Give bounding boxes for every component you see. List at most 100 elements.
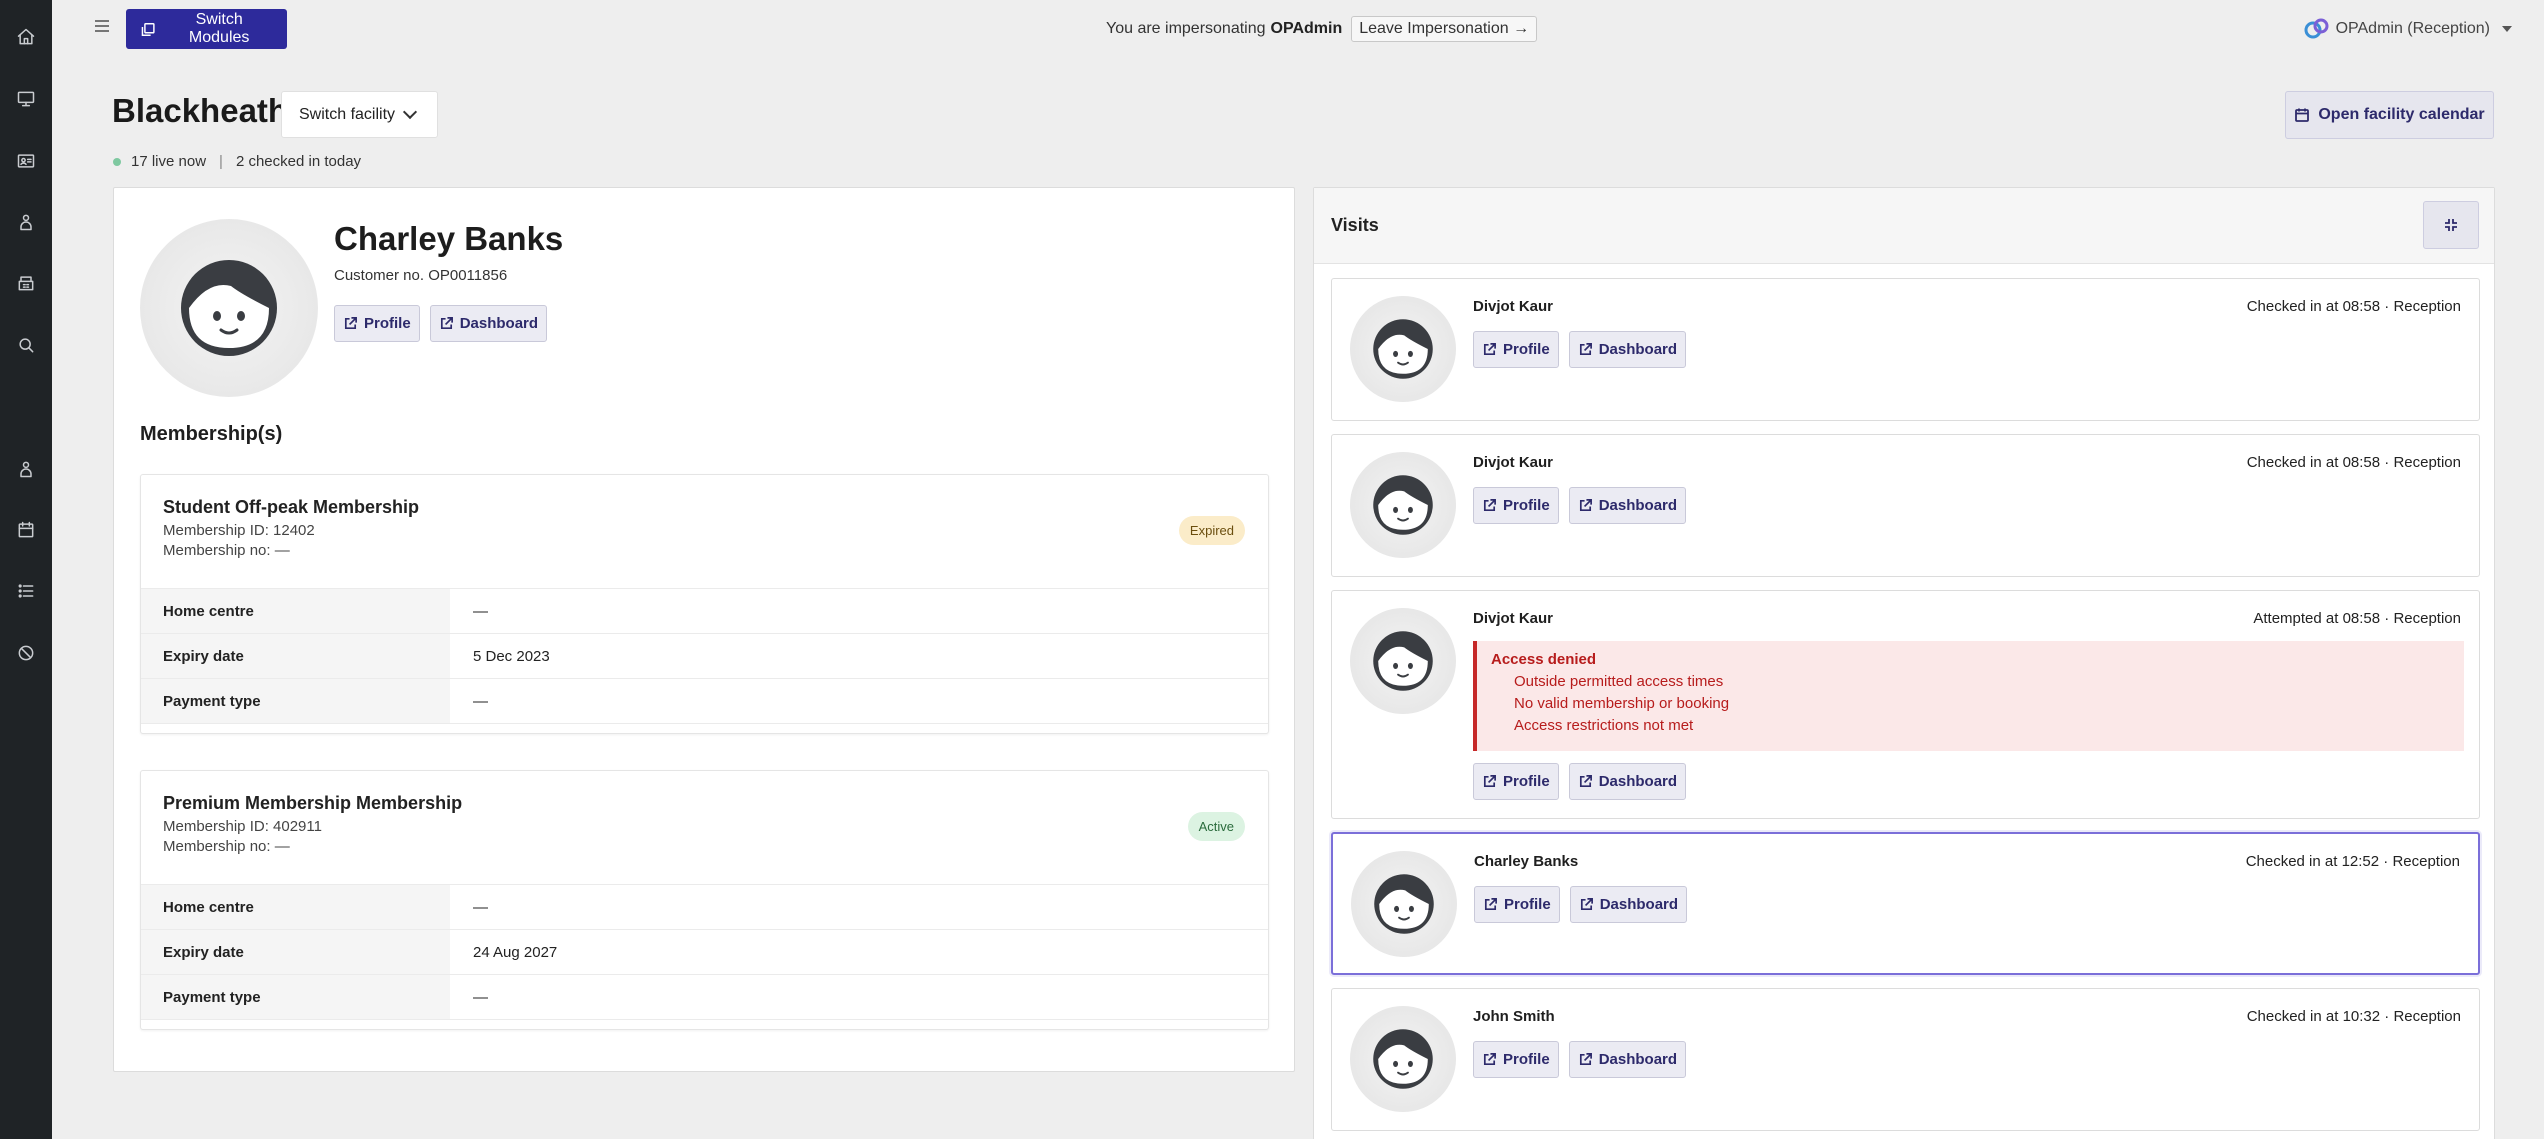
avatar bbox=[140, 219, 318, 397]
membership-title: Student Off-peak Membership bbox=[163, 497, 420, 517]
monitor-icon[interactable] bbox=[13, 86, 39, 112]
visits-header: Visits bbox=[1314, 188, 2494, 264]
row-key: Expiry date bbox=[141, 634, 450, 678]
blocked-icon[interactable] bbox=[13, 640, 39, 666]
home-icon[interactable] bbox=[13, 24, 39, 50]
person-face-icon bbox=[1373, 475, 1433, 535]
visit-links: Profile Dashboard bbox=[1474, 886, 1688, 923]
open-facility-calendar-button[interactable]: Open facility calendar bbox=[2285, 91, 2494, 139]
access-denied-alert: Access denied Outside permitted access t… bbox=[1473, 641, 2464, 751]
customer-number: Customer no. OP0011856 bbox=[334, 267, 508, 284]
visit-card[interactable]: Divjot Kaur Attempted at 08:58 · Recepti… bbox=[1331, 590, 2480, 819]
denied-reason: Outside permitted access times bbox=[1514, 673, 1724, 690]
dashboard-label: Dashboard bbox=[1598, 773, 1678, 790]
person-face-icon bbox=[1374, 874, 1434, 934]
list-icon[interactable] bbox=[13, 578, 39, 604]
memberships-heading: Membership(s) bbox=[140, 423, 283, 445]
visit-card[interactable]: Divjot Kaur Checked in at 08:58 · Recept… bbox=[1331, 434, 2480, 577]
checked-in-today-count: 2 checked in today bbox=[235, 153, 362, 170]
user-logo-icon bbox=[2304, 17, 2330, 41]
row-value: — bbox=[473, 602, 488, 620]
person-icon[interactable] bbox=[13, 209, 39, 235]
visit-links: Profile Dashboard bbox=[1473, 1041, 1687, 1078]
profile-label: Profile bbox=[1503, 497, 1550, 514]
search-icon[interactable] bbox=[13, 332, 39, 358]
status-badge: Expired bbox=[1178, 516, 1245, 545]
row-value: 24 Aug 2027 bbox=[473, 943, 558, 961]
membership-id: Membership ID: 12402 bbox=[163, 522, 315, 539]
row-value: — bbox=[473, 988, 488, 1006]
user-menu[interactable]: OPAdmin (Reception) bbox=[2304, 16, 2512, 42]
dashboard-button[interactable]: Dashboard bbox=[1569, 886, 1688, 923]
external-link-icon bbox=[440, 317, 453, 330]
denied-reason: No valid membership or booking bbox=[1514, 695, 1730, 712]
switch-modules-icon bbox=[141, 22, 155, 36]
membership-no: Membership no: — bbox=[163, 838, 290, 855]
membership-row: Payment type — bbox=[141, 678, 1268, 723]
profile-button[interactable]: Profile bbox=[1473, 1041, 1559, 1078]
calendar-icon[interactable] bbox=[13, 517, 39, 543]
open-calendar-label: Open facility calendar bbox=[2318, 106, 2485, 123]
switch-facility-button[interactable]: Switch facility bbox=[281, 91, 438, 138]
external-link-icon bbox=[1484, 898, 1497, 911]
row-key: Payment type bbox=[141, 679, 450, 723]
avatar bbox=[1350, 296, 1456, 402]
building-icon[interactable] bbox=[13, 270, 39, 296]
avatar bbox=[1350, 452, 1456, 558]
profile-button[interactable]: Profile bbox=[1473, 331, 1559, 368]
external-link-icon bbox=[1483, 775, 1496, 788]
visit-card[interactable]: Divjot Kaur Checked in at 08:58 · Recept… bbox=[1331, 278, 2480, 421]
access-denied-title: Access denied bbox=[1491, 651, 1597, 668]
profile-button[interactable]: Profile bbox=[1474, 886, 1560, 923]
dashboard-button[interactable]: Dashboard bbox=[1568, 1041, 1687, 1078]
profile-button[interactable]: Profile bbox=[1473, 763, 1559, 800]
membership-id: Membership ID: 402911 bbox=[163, 818, 322, 835]
dashboard-button[interactable]: Dashboard bbox=[1568, 763, 1687, 800]
visit-status: Checked in at 08:58 · Reception bbox=[2246, 298, 2461, 315]
membership-row: Home centre — bbox=[141, 588, 1268, 633]
person-alt-icon[interactable] bbox=[13, 456, 39, 482]
dashboard-button[interactable]: Dashboard bbox=[429, 305, 548, 342]
avatar bbox=[1350, 1006, 1456, 1112]
avatar bbox=[1350, 608, 1456, 714]
menu-toggle-icon[interactable] bbox=[92, 16, 112, 36]
live-status-dot bbox=[113, 157, 121, 166]
status-badge: Active bbox=[1187, 812, 1245, 841]
customer-panel: Charley Banks Customer no. OP0011856 Pro… bbox=[113, 187, 1295, 1072]
user-label: OPAdmin (Reception) bbox=[2335, 20, 2490, 37]
dashboard-button[interactable]: Dashboard bbox=[1568, 487, 1687, 524]
customer-links: Profile Dashboard bbox=[334, 305, 548, 342]
dashboard-button[interactable]: Dashboard bbox=[1568, 331, 1687, 368]
row-key: Expiry date bbox=[141, 930, 450, 974]
membership-title: Premium Membership Membership bbox=[163, 793, 463, 813]
switch-facility-label: Switch facility bbox=[299, 105, 396, 123]
profile-button[interactable]: Profile bbox=[1473, 487, 1559, 524]
external-link-icon bbox=[1483, 499, 1496, 512]
row-key: Home centre bbox=[141, 589, 450, 633]
visit-card-selected[interactable]: Charley Banks Checked in at 12:52 · Rece… bbox=[1331, 832, 2480, 975]
visitor-name: Divjot Kaur bbox=[1473, 454, 1554, 471]
external-link-icon bbox=[1483, 343, 1496, 356]
row-value: — bbox=[473, 692, 488, 710]
visit-card[interactable]: John Smith Checked in at 10:32 · Recepti… bbox=[1331, 988, 2480, 1131]
dashboard-label: Dashboard bbox=[1599, 896, 1679, 913]
dashboard-label: Dashboard bbox=[1598, 497, 1678, 514]
collapse-button[interactable] bbox=[2423, 201, 2479, 249]
leave-impersonation-button[interactable]: Leave Impersonation → bbox=[1351, 16, 1538, 42]
impersonation-banner: You are impersonating OPAdmin Leave Impe… bbox=[1106, 16, 1538, 42]
external-link-icon bbox=[1579, 499, 1592, 512]
id-card-icon[interactable] bbox=[13, 148, 39, 174]
visit-status: Checked in at 08:58 · Reception bbox=[2246, 454, 2461, 471]
dashboard-label: Dashboard bbox=[459, 315, 539, 332]
visitor-name: Divjot Kaur bbox=[1473, 298, 1554, 315]
membership-footer bbox=[141, 723, 1268, 733]
visitor-name: Divjot Kaur bbox=[1473, 610, 1554, 627]
membership-card: Premium Membership Membership Membership… bbox=[140, 770, 1269, 1030]
person-face-icon bbox=[1373, 319, 1433, 379]
visitor-name: Charley Banks bbox=[1474, 853, 1579, 870]
membership-no: Membership no: — bbox=[163, 542, 290, 559]
visit-status: Checked in at 10:32 · Reception bbox=[2246, 1008, 2461, 1025]
switch-modules-button[interactable]: Switch Modules bbox=[126, 9, 287, 49]
external-link-icon bbox=[1579, 775, 1592, 788]
profile-button[interactable]: Profile bbox=[334, 305, 420, 342]
